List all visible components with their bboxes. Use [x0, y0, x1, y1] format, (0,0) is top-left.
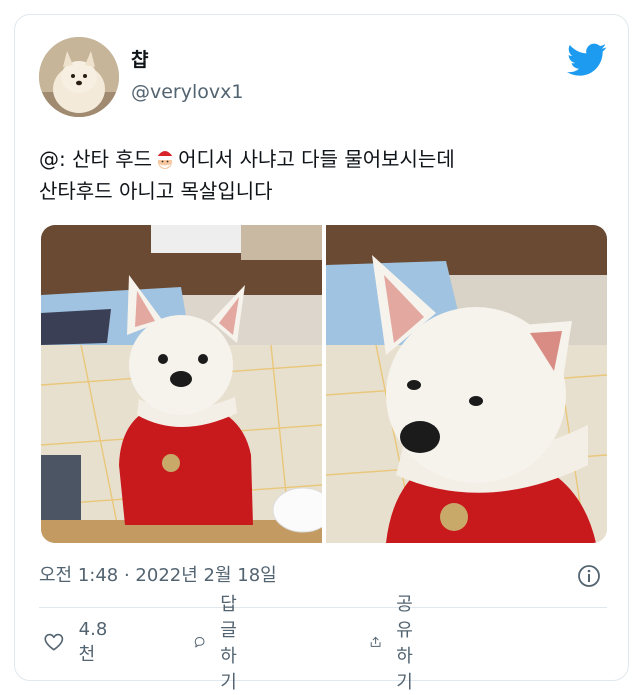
tweet-media[interactable] [41, 225, 607, 543]
photo-dog-closeup[interactable] [326, 225, 607, 543]
tweet-line-1: @: 산타 후드 어디서 사냐고 다들 물어보시는데 [39, 143, 609, 175]
reply-bubble-icon [194, 636, 205, 648]
share-upload-icon [370, 636, 381, 647]
reply-label: 답글하기 [220, 594, 237, 693]
like-button[interactable]: 4.8천 [43, 619, 114, 665]
tweet-text-part: 어디서 사냐고 다들 물어보시는데 [178, 147, 455, 171]
share-label: 공유하기 [396, 594, 413, 693]
reply-button[interactable]: 답글하기 [193, 594, 252, 693]
avatar[interactable] [39, 37, 119, 117]
tweet-text-part: @: 산타 후드 [39, 147, 153, 171]
tweet-text: @: 산타 후드 어디서 사냐고 다들 물어보시는데 산타후드 아니고 목살입니… [39, 143, 609, 207]
twitter-bird-icon[interactable] [567, 43, 607, 77]
tweet-card: 챱 @verylovx1 @: 산타 후드 어디서 사냐고 다들 물어보시는데 … [14, 14, 629, 693]
dog-avatar-icon [39, 37, 119, 117]
tweet-timestamp[interactable]: 오전 1:48 · 2022년 2월 18일 [39, 561, 277, 587]
tweet-line-2: 산타후드 아니고 목살입니다 [39, 179, 273, 203]
display-name[interactable]: 챱 [131, 45, 148, 72]
dog-photo-image [41, 225, 322, 543]
santa-hat-emoji-icon [156, 146, 176, 169]
user-handle[interactable]: @verylovx1 [131, 81, 243, 103]
photo-dog-full[interactable] [41, 225, 322, 543]
dog-closeup-image [326, 225, 607, 543]
info-icon[interactable] [577, 564, 601, 588]
like-count: 4.8천 [78, 618, 108, 665]
divider [39, 607, 607, 608]
heart-icon [44, 633, 64, 651]
share-button[interactable]: 공유하기 [369, 594, 428, 693]
